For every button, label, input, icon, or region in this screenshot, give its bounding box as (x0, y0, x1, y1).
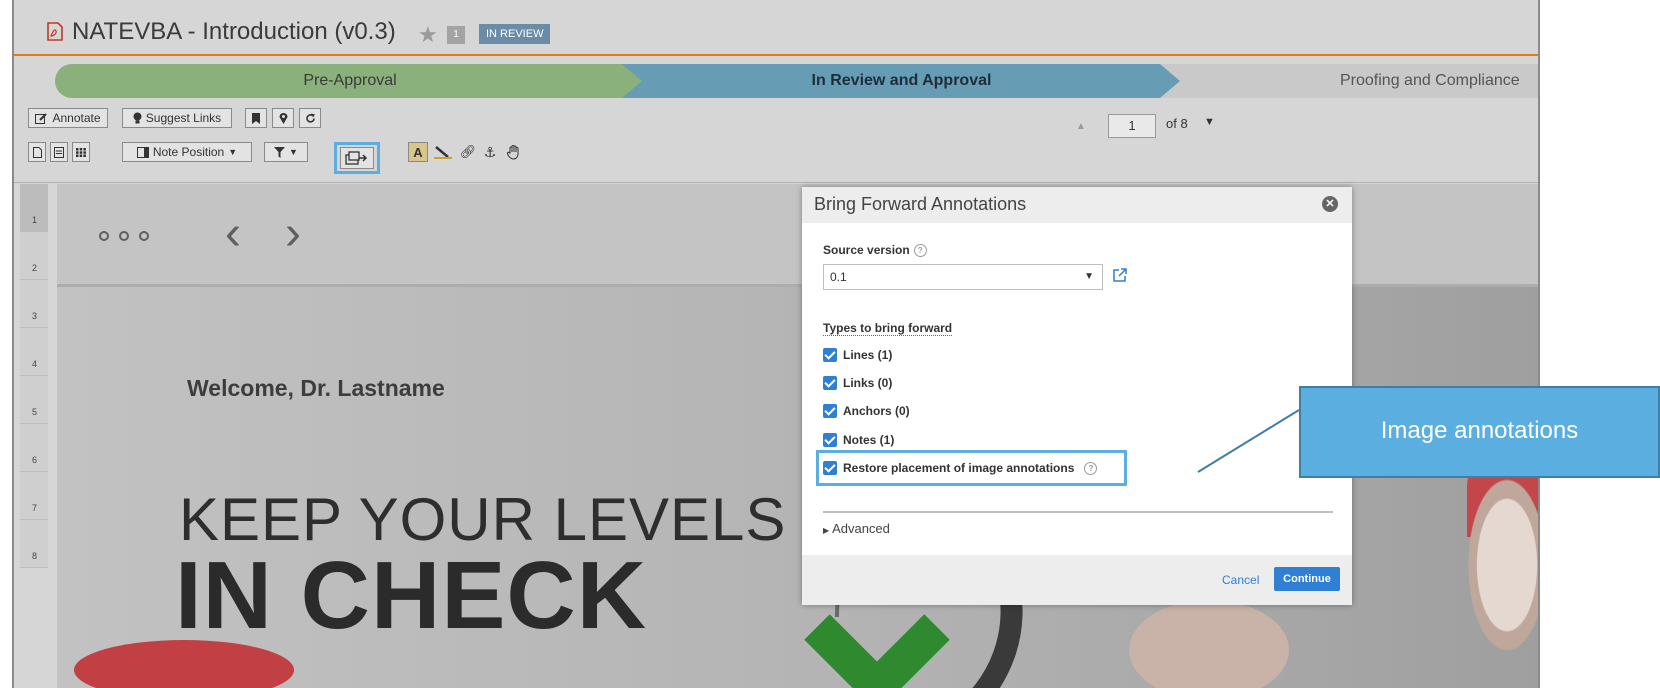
pdf-file-icon (47, 22, 63, 41)
stage-in-review-and-approval[interactable]: In Review and Approval (622, 64, 1181, 98)
option-links[interactable]: Links (0) (823, 373, 892, 393)
workflow-stages: Pre-Approval In Review and Approval Proo… (14, 64, 1538, 98)
dialog-title: Bring Forward Annotations (814, 194, 1027, 214)
divider (823, 511, 1333, 513)
welcome-heading: Welcome, Dr. Lastname (187, 375, 445, 401)
stage-pre-approval[interactable]: Pre-Approval (55, 64, 645, 98)
anchor-icon: ⚓︎ (483, 143, 497, 160)
version-count-badge: 1 (447, 26, 465, 44)
checkbox-checked[interactable] (823, 404, 837, 418)
text-annotation-icon: A (413, 144, 423, 160)
app-window: NATEVBA - Introduction (v0.3) ★ 1 IN REV… (12, 0, 1540, 688)
help-icon[interactable]: ? (913, 244, 927, 258)
bookmark-button[interactable] (245, 108, 267, 128)
note-position-label: Note Position (152, 145, 225, 159)
bookmark-icon (252, 112, 260, 124)
page-number-input[interactable]: 1 (1108, 114, 1156, 138)
image-annotations-callout: Image annotations (1299, 386, 1660, 478)
external-link-icon[interactable] (1113, 268, 1127, 282)
checkbox-checked[interactable] (823, 348, 837, 362)
option-notes[interactable]: Notes (1) (823, 430, 894, 450)
page-thumbnail[interactable]: 6 (20, 424, 48, 472)
stage-proofing-and-compliance[interactable]: Proofing and Compliance (1160, 64, 1538, 98)
carousel-dot (99, 231, 109, 241)
location-pin-button[interactable] (272, 108, 294, 128)
status-badge: IN REVIEW (479, 24, 551, 44)
pencil-tool-button[interactable] (430, 142, 456, 162)
suggest-links-button[interactable]: Suggest Links (122, 108, 232, 128)
annotate-label: Annotate (52, 111, 101, 125)
cancel-button[interactable]: Cancel (1222, 573, 1259, 587)
text-annotation-button[interactable]: A (408, 142, 428, 162)
chevron-down-icon: ▼ (228, 147, 238, 157)
types-to-bring-forward-label: Types to bring forward (823, 321, 953, 336)
grid-view-icon (76, 147, 86, 157)
page-total: of 8 (1166, 116, 1188, 131)
location-pin-icon (279, 113, 287, 124)
link-icon: 🔗︎ (459, 144, 477, 159)
page-thumbnail[interactable]: 8 (20, 520, 48, 568)
page-thumbnail[interactable]: 1 (20, 184, 48, 232)
grid-view-button[interactable] (72, 142, 90, 162)
chevron-down-icon: ▼ (289, 147, 298, 157)
lightbulb-icon (133, 112, 142, 124)
restore-option-highlight (816, 450, 1127, 486)
page-title: NATEVBA - Introduction (v0.3) (72, 18, 396, 45)
chevron-right-icon: › (285, 207, 301, 260)
close-icon[interactable]: ✕ (1322, 196, 1338, 212)
woman-photo (1447, 457, 1538, 688)
note-position-icon (136, 146, 149, 158)
option-lines[interactable]: Lines (1) (823, 345, 892, 365)
carousel-dot (119, 231, 129, 241)
chevron-down-icon[interactable]: ▼ (1204, 116, 1215, 128)
anchor-tool-button[interactable]: ⚓︎ (480, 142, 500, 162)
advanced-toggle[interactable]: ▶ Advanced (823, 521, 890, 536)
annotate-button[interactable]: Annotate (28, 108, 108, 128)
page-thumbnail[interactable]: 4 (20, 328, 48, 376)
source-version-label: Source version? (823, 243, 927, 258)
edit-icon (35, 112, 48, 124)
page-thumbnail-rail: 1 2 3 4 5 6 7 8 (20, 184, 48, 568)
source-version-value: 0.1 (830, 270, 847, 284)
carousel-dot (139, 231, 149, 241)
text-view-icon (54, 146, 64, 158)
bring-forward-annotations-dialog: Bring Forward Annotations ✕ Source versi… (802, 187, 1352, 605)
note-position-dropdown[interactable]: Note Position ▼ (122, 142, 252, 162)
refresh-button[interactable] (299, 108, 321, 128)
single-page-icon (32, 146, 42, 158)
caret-right-icon: ▶ (823, 526, 830, 535)
chevron-left-icon: ‹ (225, 207, 241, 260)
filter-icon (274, 146, 286, 158)
filter-dropdown[interactable]: ▼ (264, 142, 308, 162)
page-thumbnail[interactable]: 2 (20, 232, 48, 280)
pencil-icon (434, 146, 452, 159)
link-tool-button[interactable]: 🔗︎ (458, 142, 478, 162)
page-thumbnail[interactable]: 5 (20, 376, 48, 424)
checkbox-checked[interactable] (823, 433, 837, 447)
dialog-header: Bring Forward Annotations ✕ (802, 187, 1352, 223)
dialog-footer (802, 555, 1352, 605)
option-anchors[interactable]: Anchors (0) (823, 401, 910, 421)
toolbar-divider (14, 182, 1538, 183)
page-thumbnail[interactable]: 3 (20, 280, 48, 328)
hand-tool-icon (507, 145, 519, 160)
page-thumbnail[interactable]: 7 (20, 472, 48, 520)
headline-line-2: IN CHECK (175, 542, 648, 649)
refresh-icon (305, 113, 315, 123)
star-icon[interactable]: ★ (418, 24, 438, 46)
suggest-links-label: Suggest Links (145, 111, 222, 125)
page-up-icon[interactable]: ▲ (1076, 121, 1086, 132)
text-view-button[interactable] (50, 142, 68, 162)
checkbox-checked[interactable] (823, 376, 837, 390)
bring-forward-highlight (334, 142, 380, 174)
hand-tool-button[interactable] (502, 142, 526, 162)
chevron-down-icon: ▼ (1084, 271, 1094, 282)
continue-button[interactable]: Continue (1274, 567, 1340, 591)
source-version-select[interactable]: 0.1 ▼ (823, 264, 1103, 290)
document-header: NATEVBA - Introduction (v0.3) ★ 1 IN REV… (14, 8, 1538, 56)
single-page-button[interactable] (28, 142, 46, 162)
